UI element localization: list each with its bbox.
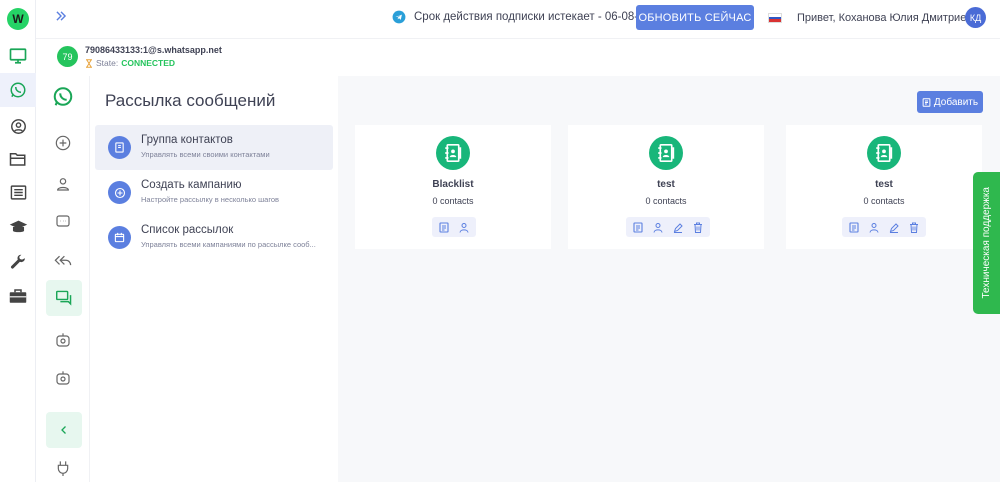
view-list-icon[interactable] (630, 219, 646, 235)
expand-chevrons-icon[interactable] (54, 9, 74, 29)
state-value: CONNECTED (121, 58, 176, 68)
collapse-sidebar-button[interactable] (46, 412, 82, 448)
whatsapp-section-icon[interactable] (51, 85, 75, 109)
reply-all-icon[interactable] (51, 249, 75, 273)
view-list-icon[interactable] (846, 219, 862, 235)
app-logo[interactable]: W (7, 8, 29, 30)
edit-icon[interactable] (670, 219, 686, 235)
robot-icon-2[interactable] (51, 366, 75, 390)
chat-bubble-icon[interactable] (51, 210, 75, 234)
menu-item-desc: Управлять всеми кампаниями по рассылке с… (141, 240, 316, 249)
broadcast-messages-icon[interactable] (46, 280, 82, 316)
contact-book-icon (867, 136, 901, 170)
calendar-icon (108, 226, 131, 249)
folder-icon[interactable] (6, 147, 30, 171)
graduation-cap-icon[interactable] (6, 215, 30, 239)
edit-icon[interactable] (886, 219, 902, 235)
contacts-icon[interactable] (456, 219, 472, 235)
group-count: 0 contacts (432, 196, 474, 206)
add-circle-icon[interactable] (51, 131, 75, 155)
menu-item-create-campaign[interactable]: Создать кампанию Настройте рассылку в не… (95, 170, 333, 215)
menu-item-label: Список рассылок (141, 224, 234, 236)
menu-item-contact-groups[interactable]: Группа контактов Управлять всеми своими … (95, 125, 333, 170)
user-greeting[interactable]: Привет, Коханова Юлия Дмитриевна (797, 12, 984, 24)
contact-book-icon (649, 136, 683, 170)
state-label: State: (96, 58, 119, 68)
group-count: 0 contacts (645, 196, 687, 206)
support-label: Техническая поддержка (981, 187, 992, 299)
wrench-icon[interactable] (6, 250, 30, 274)
top-bar: Срок действия подписки истекает - 06-08-… (36, 0, 1000, 38)
group-actions (842, 217, 926, 237)
avatar[interactable]: КД (965, 7, 986, 28)
section-rail (36, 76, 90, 482)
contacts-icon[interactable] (650, 219, 666, 235)
group-count: 0 contacts (863, 196, 905, 206)
plus-circle-icon (108, 181, 131, 204)
chevron-left-icon (61, 426, 66, 434)
account-id: 79086433133:1@s.whatsapp.net (85, 45, 222, 55)
robot-icon[interactable] (51, 328, 75, 352)
russian-flag-icon[interactable] (768, 13, 782, 23)
group-actions (432, 217, 476, 237)
add-contact-icon (922, 97, 931, 107)
subscription-text: Срок действия подписки истекает - 06-08-… (414, 11, 664, 23)
group-name: test (875, 179, 893, 190)
contact-book-icon (108, 136, 131, 159)
whatsapp-icon[interactable] (0, 73, 36, 107)
briefcase-icon[interactable] (6, 284, 30, 308)
broadcast-menu: Рассылка сообщений Группа контактов Упра… (90, 76, 338, 482)
group-name: test (657, 179, 675, 190)
group-card-test: test 0 contacts (568, 125, 764, 249)
group-card-test-2: test 0 contacts (786, 125, 982, 249)
group-name: Blacklist (432, 179, 474, 190)
person-icon[interactable] (51, 172, 75, 196)
telegram-icon (392, 10, 406, 24)
contact-book-icon (436, 136, 470, 170)
view-list-icon[interactable] (436, 219, 452, 235)
menu-item-broadcast-list[interactable]: Список рассылок Управлять всеми кампания… (95, 215, 333, 260)
menu-item-desc: Управлять всеми своими контактами (141, 150, 270, 159)
support-tab[interactable]: Техническая поддержка (973, 172, 1000, 314)
contacts-icon[interactable] (866, 219, 882, 235)
menu-item-desc: Настройте рассылку в несколько шагов (141, 195, 280, 204)
trash-icon[interactable] (690, 219, 706, 235)
logo-letter: W (12, 12, 24, 26)
renew-button[interactable]: ОБНОВИТЬ СЕЙЧАС (636, 5, 754, 30)
group-card-blacklist: Blacklist 0 contacts (355, 125, 551, 249)
contact-groups-panel: Добавить Blacklist 0 contacts test 0 con… (338, 76, 1000, 482)
user-circle-icon[interactable] (6, 114, 30, 138)
monitor-icon[interactable] (6, 44, 30, 68)
subscription-notice: Срок действия подписки истекает - 06-08-… (392, 10, 664, 24)
account-state: State: CONNECTED (85, 58, 175, 68)
list-icon[interactable] (6, 180, 30, 204)
account-strip: 79 79086433133:1@s.whatsapp.net State: C… (36, 38, 1000, 76)
add-button-label: Добавить (933, 96, 979, 108)
hourglass-icon (86, 58, 92, 68)
page-title: Рассылка сообщений (105, 91, 276, 110)
account-badge[interactable]: 79 (57, 46, 78, 67)
main-rail: W (0, 0, 36, 482)
menu-item-label: Создать кампанию (141, 179, 242, 191)
group-actions (626, 217, 710, 237)
trash-icon[interactable] (906, 219, 922, 235)
menu-item-label: Группа контактов (141, 134, 233, 146)
add-group-button[interactable]: Добавить (917, 91, 983, 113)
plug-icon[interactable] (51, 456, 75, 480)
